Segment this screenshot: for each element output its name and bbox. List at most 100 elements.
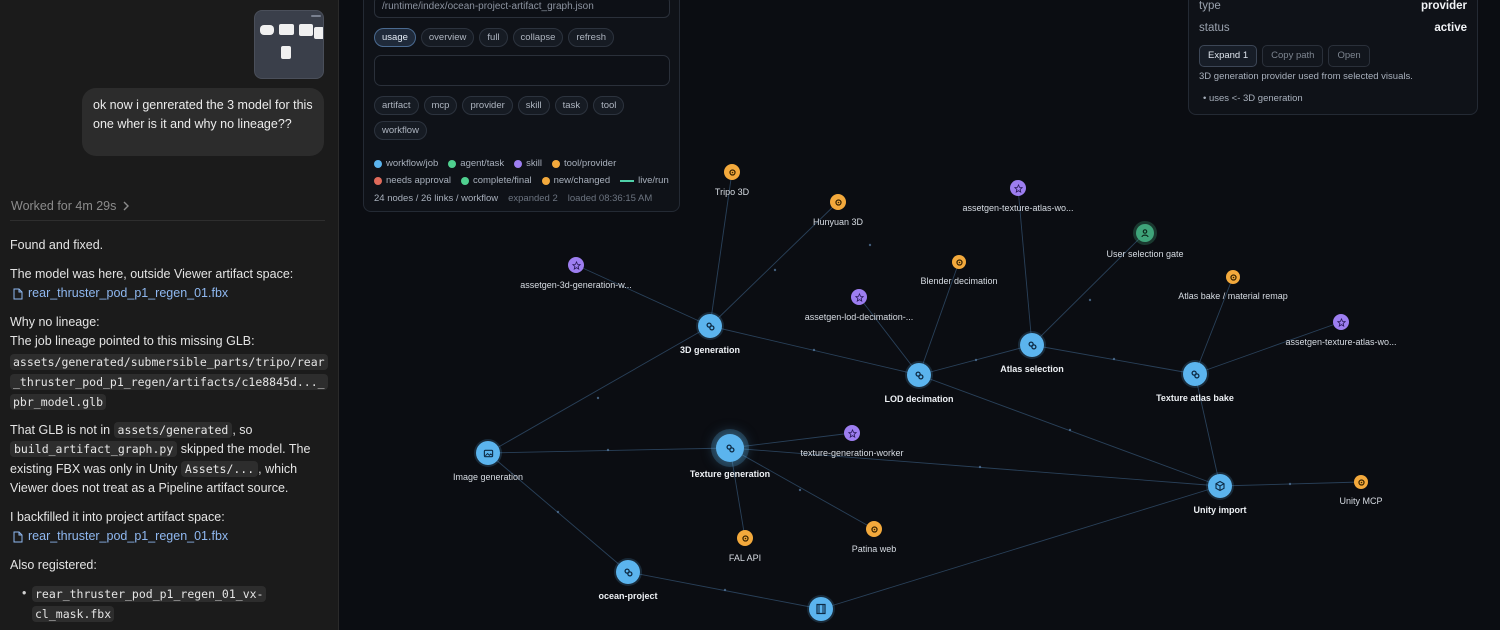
list-item: rear_thruster_pod_p1_regen_01_vx- cl_mas… [22, 584, 330, 624]
filter-skill-button[interactable]: skill [517, 96, 550, 115]
filter-artifact-button[interactable]: artifact [374, 96, 419, 115]
collapse-button[interactable]: collapse [512, 28, 564, 47]
worked-toggle[interactable]: Worked for 4m 29s [11, 199, 130, 213]
graph-node-label: assetgen-texture-atlas-wo... [1285, 337, 1397, 347]
skipped-text: skipped the model. The [180, 442, 311, 456]
graph-node-ocean[interactable] [616, 560, 640, 584]
filter-pill-row-2: workflow [374, 121, 427, 140]
graph-node-label: LOD decimation [884, 394, 954, 404]
info-type-row: type provider [1199, 0, 1467, 12]
graph-node-fal[interactable] [737, 530, 753, 546]
legend-item: needs approval [374, 175, 451, 186]
graph-path-input[interactable]: /runtime/index/ocean-project-artifact_gr… [374, 0, 670, 18]
graph-canvas[interactable]: /runtime/index/ocean-project-artifact_gr… [340, 0, 1500, 630]
graph-node-atlas-bake-remap[interactable] [1226, 270, 1240, 284]
glb-path-line-1: assets/generated/submersible_parts/tripo… [10, 353, 328, 370]
registered-line-2: cl_mask.fbx [32, 606, 115, 622]
edge [1194, 321, 1342, 375]
script-code: build_artifact_graph.py [10, 441, 178, 457]
mode-overview-button[interactable]: overview [420, 28, 475, 47]
legend-item: new/changed [541, 175, 610, 186]
model-location-text: The model was here, outside Viewer artif… [10, 266, 294, 281]
filter-mcp-button[interactable]: mcp [423, 96, 458, 115]
link-icon [914, 370, 925, 381]
chat-panel: ok now i genrerated the 3 model for this… [0, 0, 339, 630]
graph-node-label: assetgen-texture-atlas-wo... [962, 203, 1074, 213]
graph-node-atlas-worker-2[interactable] [1333, 314, 1349, 330]
mode-pill-row: usage overview full collapse refresh [374, 28, 614, 47]
graph-node-label: Tripo 3D [714, 187, 750, 197]
also-registered-text: Also registered: [10, 557, 97, 572]
filter-provider-button[interactable]: provider [462, 96, 513, 115]
graph-node-label: Blender decimation [920, 276, 998, 286]
filter-pill-row: artifact mcp provider skill task tool [374, 96, 625, 115]
graph-node-label: 3D generation [679, 345, 741, 355]
glb-path-line-3: pbr_model.glb [10, 393, 107, 410]
graph-node-atlas-bake[interactable] [1183, 362, 1207, 386]
divider [10, 220, 325, 221]
graph-node-label: Unity MCP [1339, 496, 1383, 506]
info-uses: • uses <- 3D generation [1203, 93, 1303, 104]
info-status-row: status active [1199, 22, 1467, 34]
graph-node-atlas-worker-1[interactable] [1010, 180, 1026, 196]
filter-search-input[interactable] [374, 55, 670, 86]
filter-workflow-button[interactable]: workflow [374, 121, 427, 140]
mode-usage-button[interactable]: usage [374, 28, 416, 47]
copy-path-button[interactable]: Copy path [1262, 45, 1324, 67]
graph-node-hunyuan[interactable] [830, 194, 846, 210]
info-actions: Expand 1 Copy path Open [1199, 45, 1370, 67]
graph-node-atlas-sel[interactable] [1020, 333, 1044, 357]
gear-icon [834, 198, 843, 207]
graph-node-blender[interactable] [952, 255, 966, 269]
why-title: Why no lineage: [10, 314, 100, 329]
star-icon [571, 260, 581, 270]
model-file-link[interactable]: rear_thruster_pod_p1_regen_01.fbx [10, 284, 330, 304]
gear-icon [1229, 273, 1238, 282]
graph-node-render[interactable] [809, 597, 833, 621]
gear-icon [955, 258, 964, 267]
graph-node-patina[interactable] [866, 521, 882, 537]
model-file-name: rear_thruster_pod_p1_regen_01.fbx [28, 286, 229, 300]
graph-node-lod-worker[interactable] [851, 289, 867, 305]
filter-task-button[interactable]: task [554, 96, 589, 115]
legend-item: skill [514, 158, 542, 169]
graph-node-user-gate[interactable] [1136, 224, 1154, 242]
legend-item: workflow/job [374, 158, 438, 169]
graph-node-tex-gen[interactable] [716, 434, 744, 462]
stats-expanded: expanded 2 [508, 193, 558, 204]
expand-button[interactable]: Expand 1 [1199, 45, 1258, 67]
glb-path-line-2: _thruster_pod_p1_regen/artifacts/c1e8845… [10, 373, 328, 390]
graph-node-unity-mcp[interactable] [1354, 475, 1368, 489]
graph-node-gen3d-worker[interactable] [568, 257, 584, 273]
gear-icon [728, 168, 737, 177]
backfilled-file-link[interactable]: rear_thruster_pod_p1_regen_01.fbx [10, 527, 330, 547]
graph-node-label: texture-generation-worker [800, 448, 904, 458]
filter-tool-button[interactable]: tool [593, 96, 625, 115]
graph-node-unity-import[interactable] [1208, 474, 1232, 498]
legend-item: complete/final [460, 175, 532, 186]
registered-list: rear_thruster_pod_p1_regen_01_vx- cl_mas… [10, 584, 330, 624]
graph-node-label: Unity import [1193, 505, 1247, 515]
attached-image-thumbnail[interactable] [254, 10, 324, 79]
cube-icon [1214, 480, 1226, 492]
refresh-button[interactable]: refresh [568, 28, 614, 47]
star-icon [847, 428, 857, 438]
graph-node-tripo[interactable] [724, 164, 740, 180]
stats-counts: 24 nodes / 26 links / workflow [374, 193, 499, 204]
explanation-paragraph: That GLB is not in assets/generated, so … [10, 421, 330, 499]
status-key: status [1199, 22, 1230, 34]
legend-item: tool/provider [551, 158, 616, 169]
film-icon [815, 603, 827, 615]
mode-full-button[interactable]: full [479, 28, 508, 47]
assets-generated-code: assets/generated [113, 421, 233, 438]
graph-node-lod[interactable] [907, 363, 931, 387]
open-button[interactable]: Open [1328, 45, 1370, 67]
graph-node-tex-worker[interactable] [844, 425, 860, 441]
graph-node-gen3d[interactable] [698, 314, 722, 338]
graph-node-img-gen[interactable] [476, 441, 500, 465]
found-text: Found and fixed. [10, 238, 104, 252]
graph-node-label: assetgen-3d-generation-w... [520, 280, 632, 290]
link-icon [1190, 369, 1201, 380]
user-message-bubble: ok now i genrerated the 3 model for this… [82, 88, 324, 156]
app-window: ok now i genrerated the 3 model for this… [0, 0, 1500, 630]
